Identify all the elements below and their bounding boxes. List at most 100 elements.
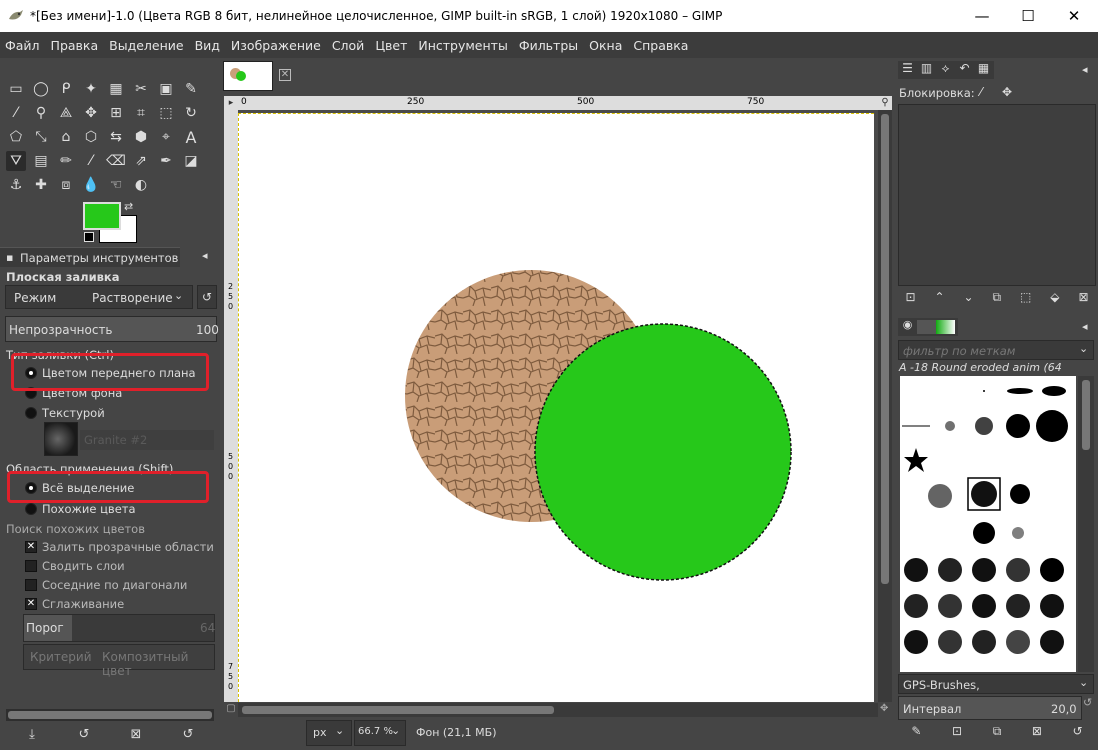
text-tool-icon[interactable]: A <box>181 127 201 147</box>
navigate-canvas-icon[interactable]: ✥ <box>880 703 892 717</box>
rotate-icon[interactable]: ↻ <box>181 103 201 123</box>
merge-down-icon[interactable]: ⬚ <box>1020 290 1031 308</box>
dodge-burn-icon[interactable]: ◐ <box>131 175 151 195</box>
ink-icon[interactable]: ✒ <box>156 151 176 171</box>
delete-layer-icon[interactable]: ⊠ <box>1078 290 1088 308</box>
layers-list[interactable] <box>898 104 1096 286</box>
menu-file[interactable]: Файл <box>5 38 40 53</box>
horizontal-scrollbar[interactable] <box>238 703 878 717</box>
merge-layers-checkbox[interactable] <box>25 560 37 572</box>
menu-windows[interactable]: Окна <box>589 38 622 53</box>
heal-icon[interactable]: ✚ <box>31 175 51 195</box>
paths-tab-icon[interactable]: ⟡ <box>936 61 955 79</box>
merge-layers-label[interactable]: Сводить слои <box>42 559 125 573</box>
antialias-label[interactable]: Сглаживание <box>42 597 124 611</box>
clone-icon[interactable]: ⚓ <box>6 175 26 195</box>
menu-view[interactable]: Вид <box>195 38 220 53</box>
perspective-icon[interactable]: ⬡ <box>81 127 101 147</box>
fill-pattern-label[interactable]: Текстурой <box>42 406 105 420</box>
pattern-preview[interactable] <box>44 422 78 456</box>
close-button[interactable]: ✕ <box>1051 0 1097 32</box>
delete-options-icon[interactable]: ⊠ <box>125 723 147 745</box>
scale-icon[interactable]: ⤡ <box>31 127 51 147</box>
menu-select[interactable]: Выделение <box>109 38 183 53</box>
diagonal-checkbox[interactable] <box>25 579 37 591</box>
dock-menu-icon[interactable]: ◂ <box>1082 320 1088 333</box>
image-tab[interactable] <box>223 61 273 91</box>
pattern-tab-icon[interactable]: ▦ <box>974 61 993 79</box>
delete-brush-icon[interactable]: ⊠ <box>1032 724 1042 746</box>
opacity-slider[interactable]: Непрозрачность 100 <box>5 316 219 342</box>
edit-brush-icon[interactable]: ✎ <box>911 724 921 746</box>
threshold-slider[interactable]: Порог 64 <box>23 614 215 642</box>
menu-image[interactable]: Изображение <box>231 38 321 53</box>
mode-select[interactable]: Режим Растворение ⌄ <box>5 285 193 309</box>
tool-options-tab[interactable]: ▪ Параметры инструментов <box>0 247 180 267</box>
flip-icon[interactable]: ⇆ <box>106 127 126 147</box>
quick-mask-corner-icon[interactable]: ▸ <box>224 96 238 110</box>
unified-transform-icon[interactable]: ⬚ <box>156 103 176 123</box>
foreground-select-icon[interactable]: ▣ <box>156 79 176 99</box>
tool-options-scrollbar[interactable] <box>6 709 214 721</box>
ellipse-select-icon[interactable]: ◯ <box>31 79 51 99</box>
default-colors-icon[interactable] <box>84 232 94 242</box>
dock-menu-icon[interactable]: ◂ <box>202 249 214 263</box>
fill-transparent-checkbox[interactable]: ✕ <box>25 541 37 553</box>
bucket-fill-icon[interactable]: ⛛ <box>6 151 26 171</box>
cage-icon[interactable]: ⬢ <box>131 127 151 147</box>
maximize-button[interactable]: ☐ <box>1005 0 1051 32</box>
canvas-viewport[interactable] <box>238 110 878 702</box>
image-canvas[interactable] <box>238 113 874 702</box>
foreground-color-swatch[interactable] <box>83 202 121 230</box>
menu-tools[interactable]: Инструменты <box>418 38 507 53</box>
fill-pattern-radio[interactable] <box>25 407 37 419</box>
menu-filters[interactable]: Фильтры <box>519 38 578 53</box>
channels-tab-icon[interactable]: ▥ <box>917 61 936 79</box>
area-similar-label[interactable]: Похожие цвета <box>42 502 136 516</box>
new-brush-icon[interactable]: ⊡ <box>952 724 962 746</box>
zoom-select[interactable]: 66.7 % ⌄ <box>354 720 406 746</box>
navigate-icon[interactable]: ▢ <box>224 703 238 717</box>
measure-icon[interactable]: ⟁ <box>56 103 76 123</box>
spacing-slider[interactable]: Интервал 20,0 <box>898 696 1082 720</box>
reset-mode-icon[interactable]: ↺ <box>197 285 217 309</box>
pencil-icon[interactable]: ✏ <box>56 151 76 171</box>
minimize-button[interactable]: — <box>959 0 1005 32</box>
reset-options-icon[interactable]: ↺ <box>177 723 199 745</box>
paths-icon[interactable]: ✎ <box>181 79 201 99</box>
zoom-to-fit-icon[interactable]: ⚲ <box>878 96 892 110</box>
scrollbar-thumb[interactable] <box>881 114 889 584</box>
brushes-tab-icon[interactable]: ◉ <box>898 318 917 336</box>
menu-help[interactable]: Справка <box>633 38 688 53</box>
fuzzy-select-icon[interactable]: ✦ <box>81 79 101 99</box>
layers-tab-icon[interactable]: ☰ <box>898 61 917 79</box>
save-options-icon[interactable]: ⤓ <box>21 723 43 745</box>
undo-history-tab-icon[interactable]: ↶ <box>955 61 974 79</box>
gradients-tab-icon[interactable] <box>936 320 955 334</box>
reset-spacing-icon[interactable]: ↺ <box>1083 696 1095 720</box>
close-tab-icon[interactable]: ✕ <box>279 69 291 81</box>
area-similar-radio[interactable] <box>25 503 37 515</box>
unit-select[interactable]: px ⌄ <box>306 720 352 746</box>
gradient-icon[interactable]: ▤ <box>31 151 51 171</box>
fill-transparent-label[interactable]: Залить прозрачные области <box>42 540 214 554</box>
new-layer-icon[interactable]: ⊡ <box>905 290 915 308</box>
mask-icon[interactable]: ⬙ <box>1050 290 1059 308</box>
menu-layer[interactable]: Слой <box>332 38 365 53</box>
shear-icon[interactable]: ⬠ <box>6 127 26 147</box>
diagonal-label[interactable]: Соседние по диагонали <box>42 578 187 592</box>
select-by-color-icon[interactable]: ▦ <box>106 79 126 99</box>
restore-options-icon[interactable]: ↺ <box>73 723 95 745</box>
zoom-icon[interactable]: ⚲ <box>31 103 51 123</box>
brush-set-select[interactable]: GPS-Brushes, ⌄ <box>898 674 1094 694</box>
raise-layer-icon[interactable]: ⌃ <box>934 290 944 308</box>
brush-scrollbar[interactable] <box>1078 376 1094 672</box>
crop-icon[interactable]: ⌗ <box>131 103 151 123</box>
airbrush-icon[interactable]: ⇗ <box>131 151 151 171</box>
lasso-icon[interactable]: ᑭ <box>56 79 76 99</box>
align-icon[interactable]: ⊞ <box>106 103 126 123</box>
perspective-clone-icon[interactable]: ⧈ <box>56 175 76 195</box>
move-icon[interactable]: ✥ <box>81 103 101 123</box>
scissors-icon[interactable]: ✂ <box>131 79 151 99</box>
scrollbar-thumb[interactable] <box>242 706 554 714</box>
